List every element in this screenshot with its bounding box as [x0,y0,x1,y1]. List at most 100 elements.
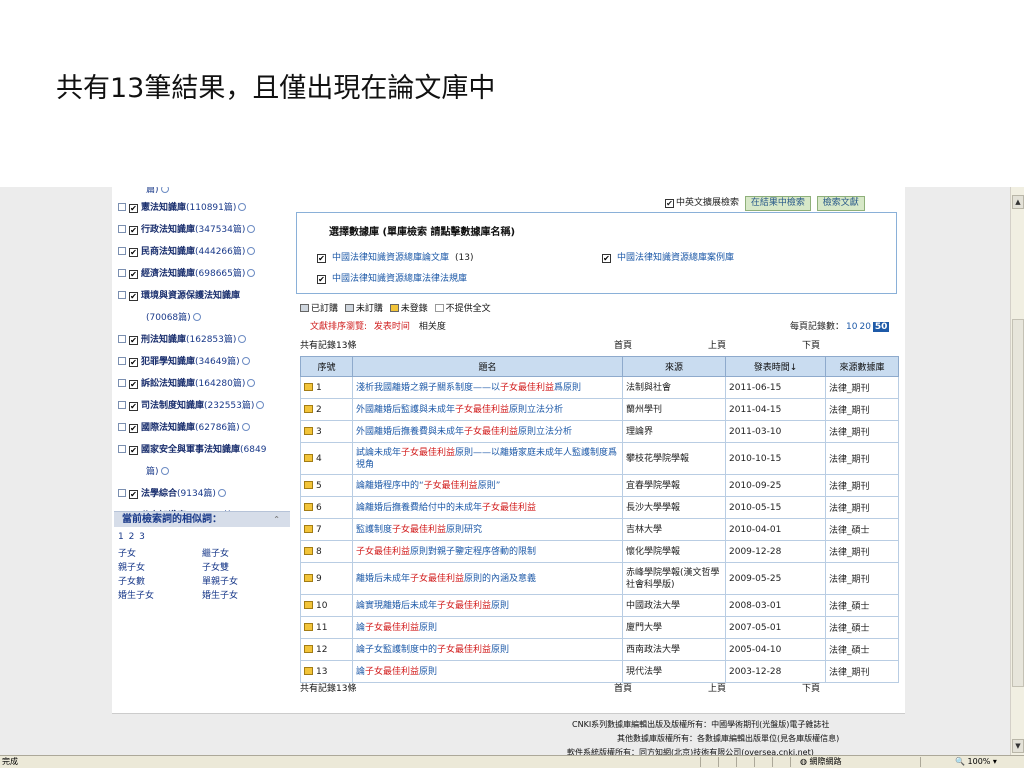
tree-checkbox[interactable]: ✔ [129,380,138,389]
tree-checkbox[interactable]: ✔ [129,226,138,235]
tree-node[interactable]: ✔ 環境與資源保護法知識庫 [118,285,290,307]
title-highlight[interactable]: 子女最佳利益 [455,405,509,415]
table-row[interactable]: 12 論子女監護制度中的子女最佳利益原則 西南政法大學 2005-04-10 法律_碩士 [300,638,899,661]
scroll-down-icon[interactable]: ▼ [1012,739,1024,753]
title-text[interactable]: 淺析我國離婚之親子關系制度——以 [356,383,500,393]
folder-icon[interactable] [304,524,313,533]
tree-checkbox[interactable]: ✔ [129,446,138,455]
per-page-10[interactable]: 10 [846,322,857,332]
row-title[interactable]: 淺析我國離婚之親子關系制度——以子女最佳利益爲原則 [352,376,623,399]
folder-icon[interactable] [304,382,313,391]
related-terms-header[interactable]: 當前檢索詞的相似詞： ⌃ [114,511,290,527]
row-title[interactable]: 外國離婚后撫養費與未成年子女最佳利益原則立法分析 [352,420,623,443]
vertical-scrollbar[interactable]: ▲ ▼ [1010,187,1024,755]
search-icon[interactable] [238,335,247,343]
tree-node[interactable]: ✔ 司法制度知識庫(232553篇) [118,395,290,417]
db-item-papers[interactable]: ✔ 中國法律知識資源總庫論文庫 (13) [317,250,474,263]
sort-by-date[interactable]: 发表时间 [374,322,410,332]
folder-icon[interactable] [304,644,313,653]
tree-node-name[interactable]: 環境與資源保護法知識庫 [141,291,240,301]
expand-icon[interactable] [118,225,126,233]
next-page-link[interactable]: 下頁 [802,338,820,351]
tree-node-name[interactable]: 犯罪學知識庫 [141,357,195,367]
title-highlight[interactable]: 子女最佳利益 [482,503,536,513]
folder-icon[interactable] [304,453,313,462]
expand-icon[interactable] [118,489,126,497]
tree-node[interactable]: ✔ 法學綜合(9134篇) [118,483,290,505]
related-term-link[interactable]: 繼子女 [202,547,286,561]
related-term-link[interactable]: 單親子女 [202,575,286,589]
related-term-link[interactable]: 子女雙 [202,561,286,575]
related-term-link[interactable]: 子女 [118,547,202,561]
tree-node[interactable]: ✔ 國際法知識庫(62786篇) [118,417,290,439]
row-title[interactable]: 論離婚后撫養費給付中的未成年子女最佳利益 [352,496,623,519]
folder-icon[interactable] [304,404,313,413]
tree-node[interactable]: ✔ 憲法知識庫(110891篇) [118,197,290,219]
tree-node[interactable]: ✔ 行政法知識庫(347534篇) [118,219,290,241]
tree-checkbox[interactable]: ✔ [129,248,138,257]
search-in-results-button[interactable]: 在結果中檢索 [744,196,811,211]
title-highlight[interactable]: 子女最佳利益 [464,427,518,437]
search-documents-button[interactable]: 檢索文獻 [816,196,865,211]
tree-node-name[interactable]: 民商法知識庫 [141,247,195,257]
tree-node-name[interactable]: 憲法知識庫 [141,203,186,213]
title-text[interactable]: 監護制度 [356,525,392,535]
table-row[interactable]: 6 論離婚后撫養費給付中的未成年子女最佳利益 長沙大學學報 2010-05-15 法律_… [300,496,899,519]
extended-search-checkbox[interactable]: ✔ [665,199,674,208]
title-text[interactable]: 論離婚后撫養費給付中的未成年 [356,503,482,513]
row-title[interactable]: 外國離婚后監護與未成年子女最佳利益原則立法分析 [352,398,623,421]
db-checkbox[interactable]: ✔ [602,254,611,263]
related-term-link[interactable]: 婚生子女 [202,589,286,603]
search-icon[interactable] [247,269,256,277]
table-row[interactable]: 5 論離婚程序中的“子女最佳利益原則” 宜春學院學報 2010-09-25 法律_期刊 [300,474,899,497]
title-text[interactable]: 論子女監護制度中的 [356,645,437,655]
db-item-cases[interactable]: ✔ 中國法律知識資源總庫案例庫 [602,250,734,263]
title-highlight[interactable]: 子女最佳利益 [401,448,455,458]
title-highlight[interactable]: 子女最佳利益 [437,601,491,611]
tree-node-name[interactable]: 國家安全與軍事法知識庫 [141,445,240,455]
title-text[interactable]: 外國離婚后撫養費與未成年 [356,427,464,437]
related-term-link[interactable]: 婚生子女 [118,589,202,603]
expand-icon[interactable] [118,445,126,453]
title-highlight[interactable]: 子女最佳利益 [410,574,464,584]
tree-checkbox[interactable]: ✔ [129,490,138,499]
table-row[interactable]: 3 外國離婚后撫養費與未成年子女最佳利益原則立法分析 理論界 2011-03-10 法律… [300,420,899,443]
tree-node-name[interactable]: 司法制度知識庫 [141,401,204,411]
title-highlight[interactable]: 子女最佳利益 [437,645,491,655]
search-icon[interactable] [241,357,250,365]
title-text[interactable]: 論實現離婚后未成年 [356,601,437,611]
expand-icon[interactable] [118,335,126,343]
title-text[interactable]: 原則對親子鑒定程序啓動的限制 [410,547,536,557]
tree-node[interactable]: ✔ 國家安全與軍事法知識庫(6849 [118,439,290,461]
row-title[interactable]: 論子女監護制度中的子女最佳利益原則 [352,638,623,661]
folder-icon[interactable] [304,480,313,489]
scroll-thumb[interactable] [1012,319,1024,687]
tree-checkbox[interactable]: ✔ [129,358,138,367]
expand-icon[interactable] [118,247,126,255]
zoom-level[interactable]: 🔍 100% ▾ [955,756,997,768]
row-title[interactable]: 離婚后未成年子女最佳利益原則的內涵及意義 [352,562,623,595]
db-checkbox[interactable]: ✔ [317,254,326,263]
expand-icon[interactable] [118,357,126,365]
db-item-laws[interactable]: ✔ 中國法律知識資源總庫法律法規庫 [317,271,467,284]
row-title[interactable]: 監護制度子女最佳利益原則研究 [352,518,623,541]
related-term-link[interactable]: 子女數 [118,575,202,589]
sort-by-relevance[interactable]: 相关度 [419,322,446,332]
table-row[interactable]: 9 離婚后未成年子女最佳利益原則的內涵及意義 赤峰學院學報(漢文哲學社會科學版) 20… [300,562,899,595]
tree-checkbox[interactable]: ✔ [129,402,138,411]
folder-icon[interactable] [304,502,313,511]
title-highlight[interactable]: 子女最佳利益 [500,383,554,393]
db-checkbox[interactable]: ✔ [317,275,326,284]
title-text[interactable]: 原則 [491,645,509,655]
title-highlight[interactable]: 子女最佳利益 [392,525,446,535]
tree-node-name[interactable]: 行政法知識庫 [141,225,195,235]
tree-node[interactable]: ✔ 訴訟法知識庫(164280篇) [118,373,290,395]
related-terms-pages[interactable]: 1 2 3 [118,532,146,542]
table-row[interactable]: 4 試論未成年子女最佳利益原則——以離婚家庭未成年人監護制度爲視角 攀枝花學院學報 2… [300,442,899,475]
row-title[interactable]: 論子女最佳利益原則 [352,616,623,639]
tree-node-name[interactable]: 訴訟法知識庫 [141,379,195,389]
title-highlight[interactable]: 子女最佳利益 [424,481,478,491]
search-icon[interactable] [241,423,250,431]
table-row[interactable]: 8 子女最佳利益原則對親子鑒定程序啓動的限制 懷化學院學報 2009-12-28 法律_… [300,540,899,563]
tree-node-name[interactable]: 刑法知識庫 [141,335,186,345]
